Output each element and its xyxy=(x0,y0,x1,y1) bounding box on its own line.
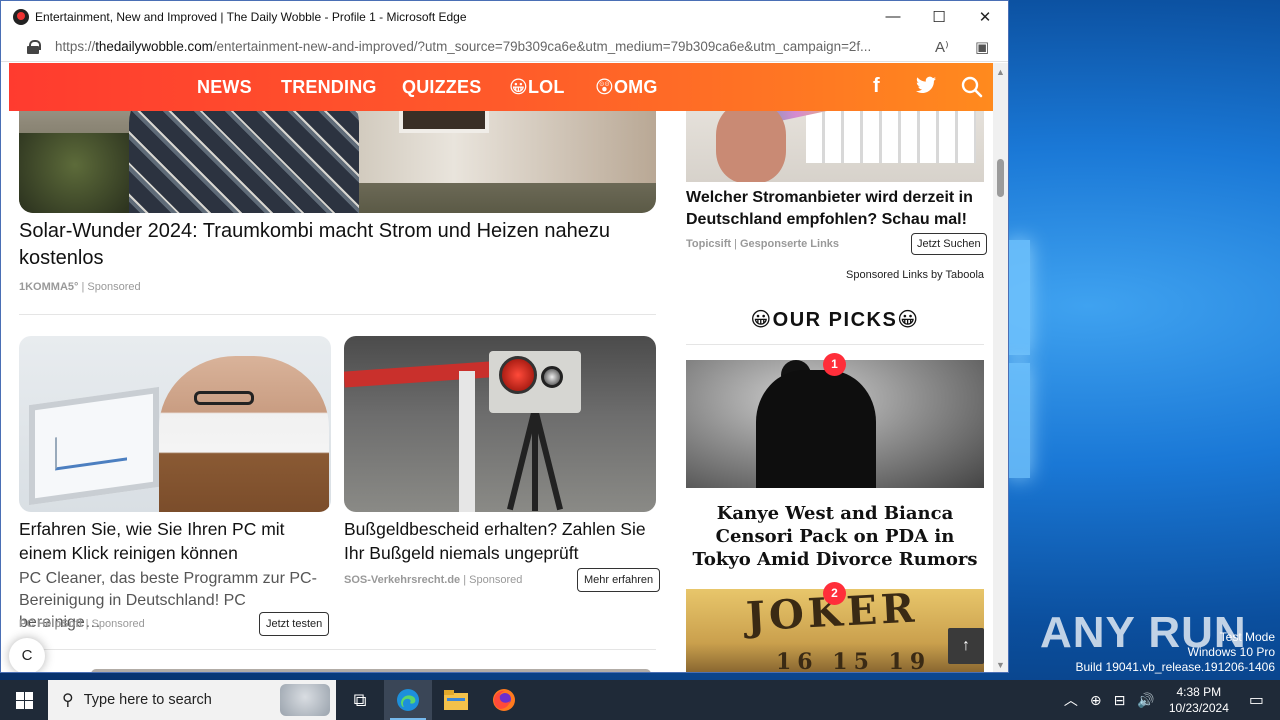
card2-meta: SOS-Verkehrsrecht.de | Sponsored xyxy=(344,574,523,586)
site-navbar: NEWS TRENDING QUIZZES 😀LOL 😲OMG f xyxy=(9,63,993,111)
split-screen-icon[interactable]: ▣ xyxy=(975,38,989,56)
jetzt-suchen-button[interactable]: Jetzt Suchen xyxy=(911,233,987,255)
divider xyxy=(19,314,656,315)
jetzt-testen-button[interactable]: Jetzt testen xyxy=(259,612,330,636)
taskbar-search[interactable]: ⚲ Type here to search xyxy=(48,680,336,720)
url-text[interactable]: https://thedailywobble.com/entertainment… xyxy=(55,39,915,54)
scrollbar-thumb[interactable] xyxy=(997,159,1004,197)
cookie-consent-button[interactable]: C xyxy=(9,638,45,672)
rank-badge: 1 xyxy=(823,353,846,376)
search-highlight-image xyxy=(280,684,330,716)
task-view-icon[interactable]: ⧉ xyxy=(336,680,384,720)
divider xyxy=(19,649,656,650)
meet-now-icon[interactable]: ⊕ xyxy=(1090,692,1102,709)
windows-logo xyxy=(1008,240,1030,490)
close-button[interactable]: ✕ xyxy=(962,1,1008,32)
back-to-top-button[interactable]: ↑ xyxy=(948,628,984,664)
window-title: Entertainment, New and Improved | The Da… xyxy=(35,9,467,24)
nav-lol[interactable]: 😀LOL xyxy=(509,77,565,98)
edge-profile-icon xyxy=(13,8,29,25)
nav-trending[interactable]: TRENDING xyxy=(281,77,377,98)
hero-article-meta: 1KOMMA5° | Sponsored xyxy=(19,281,141,293)
nav-news[interactable]: NEWS xyxy=(197,77,252,98)
title-bar: Entertainment, New and Improved | The Da… xyxy=(1,1,1008,32)
edge-taskbar-icon[interactable] xyxy=(384,680,432,720)
next-item-edge xyxy=(91,669,651,672)
scroll-down-icon[interactable]: ▼ xyxy=(996,660,1005,670)
pick1-title[interactable]: Kanye West and Bianca Censori Pack on PD… xyxy=(686,502,984,571)
lock-icon[interactable] xyxy=(27,39,41,54)
mehr-erfahren-button[interactable]: Mehr erfahren xyxy=(577,568,661,592)
search-placeholder: Type here to search xyxy=(83,692,212,708)
search-icon: ⚲ xyxy=(62,692,74,709)
start-button[interactable] xyxy=(0,680,48,720)
card1-image[interactable] xyxy=(19,336,331,512)
windows-start-icon xyxy=(15,691,33,709)
card2-title[interactable]: Bußgeldbescheid erhalten? Zahlen Sie Ihr… xyxy=(344,517,656,565)
divider xyxy=(686,344,984,345)
maximize-button[interactable]: ☐ xyxy=(916,1,962,32)
volume-icon[interactable]: 🔊 xyxy=(1137,692,1154,709)
pick1-image[interactable] xyxy=(686,360,984,488)
firefox-icon[interactable] xyxy=(480,680,528,720)
page-scrollbar[interactable]: ▲ ▼ xyxy=(993,63,1008,672)
system-tray: ︿ ⊕ ⊟ 🔊 4:38 PM 10/23/2024 ▭ xyxy=(1058,680,1280,720)
twitter-icon[interactable] xyxy=(916,76,936,100)
browser-window: Entertainment, New and Improved | The Da… xyxy=(0,0,1009,673)
our-picks-heading: 😀OUR PICKS😀 xyxy=(750,309,920,331)
nav-quizzes[interactable]: QUIZZES xyxy=(402,77,481,98)
card1-title[interactable]: Erfahren Sie, wie Sie Ihren PC mit einem… xyxy=(19,517,329,565)
scroll-up-icon[interactable]: ▲ xyxy=(996,67,1005,77)
test-mode-text: Test Mode Windows 10 Pro Build 19041.vb_… xyxy=(1075,630,1276,674)
taboola-sponsored-links[interactable]: Sponsored Links by Taboola xyxy=(846,269,984,281)
rank-badge: 2 xyxy=(823,582,846,605)
search-icon[interactable] xyxy=(961,76,983,104)
sidebar-ad-title[interactable]: Welcher Stromanbieter wird derzeit in De… xyxy=(686,187,984,231)
nav-omg[interactable]: 😲OMG xyxy=(595,77,658,98)
clock[interactable]: 4:38 PM 10/23/2024 xyxy=(1169,684,1229,716)
notifications-icon[interactable]: ▭ xyxy=(1249,690,1264,710)
taskbar: ⚲ Type here to search ⧉ ︿ ⊕ ⊟ 🔊 4:38 PM … xyxy=(0,680,1280,720)
card2-image[interactable] xyxy=(344,336,656,512)
hero-article-title[interactable]: Solar-Wunder 2024: Traumkombi macht Stro… xyxy=(19,218,639,272)
page-viewport: NEWS TRENDING QUIZZES 😀LOL 😲OMG f Solar-… xyxy=(1,63,993,672)
minimize-button[interactable]: — xyxy=(870,1,916,32)
address-bar[interactable]: https://thedailywobble.com/entertainment… xyxy=(1,32,1008,62)
read-aloud-icon[interactable]: A⁾ xyxy=(935,38,949,56)
sidebar-ad-meta: Topicsift | Gesponserte Links xyxy=(686,238,840,250)
file-explorer-icon[interactable] xyxy=(432,680,480,720)
card1-meta: PC HelpSoft | Sponsored xyxy=(19,618,145,630)
facebook-icon[interactable]: f xyxy=(873,75,880,98)
chevron-up-icon[interactable]: ︿ xyxy=(1064,690,1078,710)
network-icon[interactable]: ⊟ xyxy=(1114,692,1126,709)
